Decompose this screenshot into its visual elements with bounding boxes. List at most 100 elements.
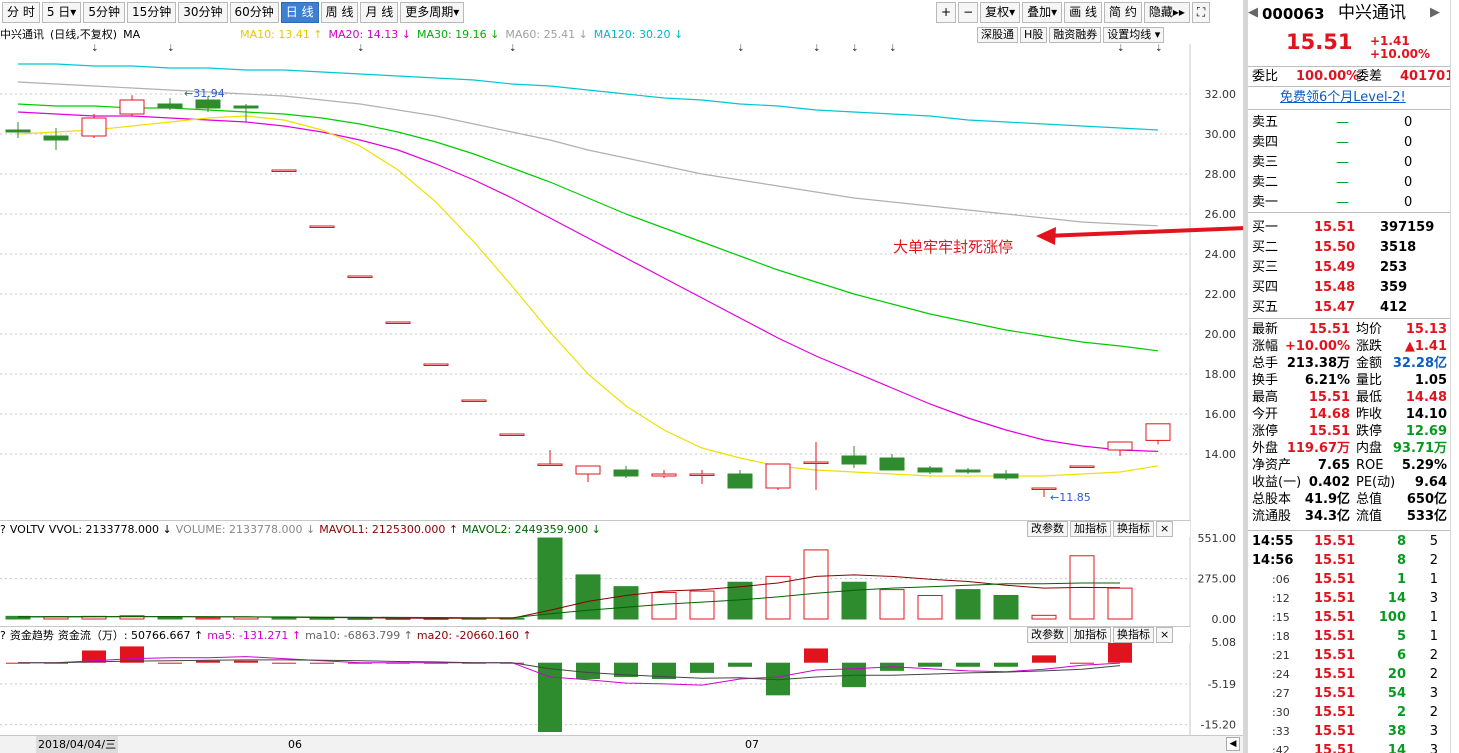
period-toolbar: 分 时5 日▾ 5分钟 15分钟 30分钟 60分钟日 线周 线月 线更多周期▾ [0,0,465,24]
buy-level-volume: 3518 [1380,240,1417,255]
info-button-1[interactable]: H股 [1020,27,1048,43]
quote-row: 卖二 — 0 [1248,174,1450,191]
stat-value: 93.71万 [1392,441,1447,456]
volume-panel-button-0[interactable]: 改参数 [1027,521,1068,537]
volume-panel-button-3[interactable]: × [1156,521,1174,537]
volume-bar [1031,614,1057,620]
event-marker-icon[interactable]: ⇣ [1117,44,1125,54]
buy-level-volume: 412 [1380,300,1408,315]
tool-button-3[interactable]: 叠加▾ [1022,1,1063,23]
buy-level-price: 15.49 [1314,260,1356,275]
money-bar [234,660,258,663]
side-scrollbar[interactable] [1450,0,1459,753]
ma20-label: MA20: 14.13 ↓ [328,28,411,41]
level2-promo-link[interactable]: 免费领6个月Level-2! [1280,89,1406,106]
candle[interactable] [81,114,107,138]
price-tick-label: 30.00 [1205,128,1237,141]
quote-row: 卖三 — 0 [1248,154,1450,171]
prev-stock-icon[interactable]: ◀ [1248,4,1258,21]
event-marker-icon[interactable]: ⇣ [167,44,175,54]
sell-level-label: 卖三 [1252,155,1279,170]
divider [1248,86,1450,87]
stat-value: 9.64 [1414,475,1447,490]
scroll-left-icon[interactable]: ◀ [1226,737,1240,751]
event-marker-icon[interactable]: ⇣ [889,44,897,54]
buy-level-label: 买一 [1252,220,1279,235]
tick-count: 2 [1429,648,1438,663]
stat-value: 15.13 [1405,322,1447,337]
info-button-2[interactable]: 融资融券 [1049,27,1102,43]
period-tab-4[interactable]: 30分钟 [178,1,228,23]
tool-button-1[interactable]: − [958,1,979,23]
next-stock-icon[interactable]: ▶ [1430,4,1440,21]
quote-row: 流通股 34.3亿 流值 533亿 [1248,508,1450,525]
event-marker-icon[interactable]: ⇣ [851,44,859,54]
candle[interactable] [461,399,487,402]
candle[interactable] [271,169,297,172]
quote-row: 换手 6.21% 量比 1.05 [1248,372,1450,389]
quote-row: 收益(一) 0.402 PE(动) 9.64 [1248,474,1450,491]
period-tab-6[interactable]: 日 线 [280,1,319,23]
period-tab-3[interactable]: 15分钟 [126,1,177,23]
volume-panel-button-2[interactable]: 换指标 [1113,521,1154,537]
volume-help-icon[interactable]: ? [0,523,6,536]
candle[interactable] [309,225,335,228]
sell-level-volume: 0 [1404,175,1413,190]
period-tab-0[interactable]: 分 时 [2,1,40,23]
quote-row: ◀ 000063 中兴通讯 ▶ [1248,4,1450,28]
info-button-0[interactable]: 深股通 [977,27,1018,43]
volume-bar [613,586,639,620]
period-tab-1[interactable]: 5 日▾ [41,1,82,23]
event-marker-icon[interactable]: ⇣ [1155,44,1163,54]
buy-level-price: 15.50 [1314,240,1356,255]
buy-level-label: 买二 [1252,240,1279,255]
tool-button-7[interactable]: ⛶ [1191,1,1211,23]
quote-row: 15.51 +1.41 +10.00% [1248,32,1450,62]
candle[interactable] [423,363,449,366]
event-marker-icon[interactable]: ⇣ [813,44,821,54]
period-tab-7[interactable]: 周 线 [320,1,359,23]
candle[interactable] [385,321,411,324]
tool-button-0[interactable]: + [936,1,957,23]
period-tab-2[interactable]: 5分钟 [83,1,125,23]
stock-name: 中兴通讯 [1338,3,1406,23]
money-panel-button-0[interactable]: 改参数 [1027,627,1068,643]
high-price-label: ←31.94 [184,87,225,100]
chart-mode-label: (日线,不复权) [50,28,118,41]
volume-bar [537,537,563,620]
quote-panel: ◀ 000063 中兴通讯 ▶ 15.51 +1.41 +10.00% 委比 100.00% 委差… [1248,0,1454,753]
month-07-label: 07 [745,738,759,751]
period-tab-5[interactable]: 60分钟 [229,1,279,23]
quote-row: :24 15.51 20 2 [1248,666,1450,683]
quote-row: 今开 14.68 昨收 14.10 [1248,406,1450,423]
tool-button-6[interactable]: 隐藏▸▸ [1143,1,1190,23]
event-marker-icon[interactable]: ⇣ [357,44,365,54]
candle[interactable] [499,433,525,436]
price-change-pct: +10.00% [1370,47,1431,61]
money-panel-button-2[interactable]: 换指标 [1113,627,1154,643]
event-marker-icon[interactable]: ⇣ [91,44,99,54]
tick-count: 1 [1429,572,1438,587]
quote-row: 最高 15.51 最低 14.48 [1248,389,1450,406]
candle[interactable] [347,275,373,278]
month-06-label: 06 [288,738,302,751]
info-button-3[interactable]: 设置均线 ▾ [1103,27,1165,43]
period-tab-8[interactable]: 月 线 [360,1,399,23]
candle[interactable] [765,463,791,490]
candle[interactable] [1069,465,1095,468]
tool-button-4[interactable]: 画 线 [1064,1,1103,23]
annotation-text: 大单牢牢封死涨停 [893,238,1013,256]
tool-button-5[interactable]: 简 约 [1104,1,1142,23]
money-panel-button-3[interactable]: × [1156,627,1174,643]
period-tab-9[interactable]: 更多周期▾ [400,1,465,23]
money-panel-button-1[interactable]: 加指标 [1070,627,1111,643]
volume-bar [195,617,221,620]
tool-button-2[interactable]: 复权▾ [980,1,1021,23]
volume-panel-button-1[interactable]: 加指标 [1070,521,1111,537]
quote-row: :06 15.51 1 1 [1248,571,1450,588]
sell-level-volume: 0 [1404,155,1413,170]
money-bar [1108,642,1132,663]
event-marker-icon[interactable]: ⇣ [509,44,517,54]
money-help-icon[interactable]: ? [0,629,6,642]
event-marker-icon[interactable]: ⇣ [737,44,745,54]
